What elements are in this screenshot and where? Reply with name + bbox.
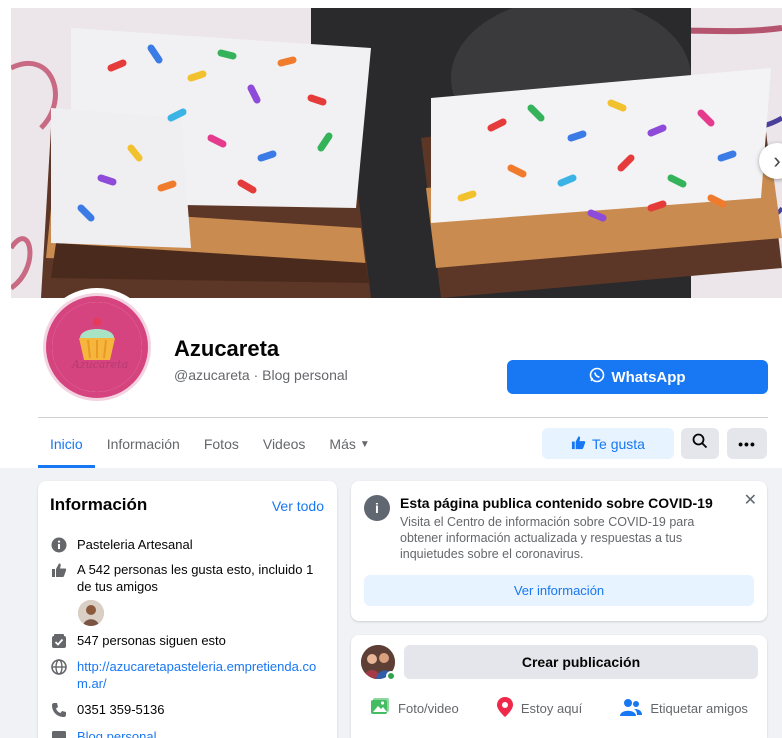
- info-icon: [50, 536, 68, 553]
- tag-friends-icon: [620, 698, 643, 719]
- cover-photo[interactable]: ›: [11, 8, 782, 298]
- close-icon[interactable]: ✕: [744, 490, 757, 510]
- logo-text: Azucareta: [71, 358, 129, 371]
- tab-informacion[interactable]: Información: [95, 420, 192, 468]
- info-likes: A 542 personas les gusta esto, incluido …: [77, 562, 314, 594]
- search-icon: [692, 433, 708, 454]
- cupcake-logo: Azucareta: [52, 302, 142, 392]
- like-label: Te gusta: [592, 435, 645, 452]
- cupcake-icon: [52, 302, 142, 392]
- more-options-button[interactable]: •••: [727, 428, 767, 459]
- info-title: Información: [50, 495, 148, 514]
- info-type-link[interactable]: Blog personal: [77, 728, 330, 738]
- see-all-link[interactable]: Ver todo: [272, 498, 324, 514]
- search-button[interactable]: [681, 428, 719, 459]
- page-subtitle: @azucareta · Blog personal: [174, 367, 348, 383]
- photo-icon: [370, 697, 390, 720]
- info-phone-row: 0351 359-5136: [50, 701, 330, 718]
- tab-label: Inicio: [50, 436, 83, 452]
- post-actions: Foto/video Estoy aquí Etiquetar amigos: [351, 693, 767, 723]
- covid-text: Visita el Centro de información sobre CO…: [400, 515, 695, 561]
- category-icon: [50, 728, 68, 738]
- whatsapp-label: WhatsApp: [611, 368, 686, 386]
- info-followers-row: 547 personas siguen esto: [50, 632, 330, 649]
- location-pin-icon: [496, 696, 513, 720]
- action-label: Foto/video: [398, 700, 459, 716]
- friend-avatar[interactable]: [78, 600, 104, 626]
- page-tabs: Inicio Información Fotos Videos Más ▼: [38, 420, 382, 468]
- info-icon: i: [364, 495, 390, 521]
- photo-video-button[interactable]: Foto/video: [370, 697, 459, 720]
- info-category-row: Pasteleria Artesanal: [50, 536, 330, 553]
- avatar: Azucareta: [43, 293, 151, 401]
- covid-notice-card: i Esta página publica contenido sobre CO…: [351, 481, 767, 621]
- covid-info-button[interactable]: Ver información: [364, 575, 754, 606]
- phone-icon: [50, 701, 68, 718]
- tab-mas[interactable]: Más ▼: [317, 420, 381, 468]
- tab-label: Información: [106, 436, 180, 452]
- tab-inicio[interactable]: Inicio: [38, 420, 95, 468]
- info-phone: 0351 359-5136: [77, 702, 165, 717]
- info-followers: 547 personas siguen esto: [77, 633, 226, 648]
- info-likes-row: A 542 personas les gusta esto, incluido …: [50, 561, 330, 595]
- info-type-row: Blog personal: [50, 728, 330, 738]
- cover-image: [11, 8, 782, 298]
- followers-icon: [50, 632, 68, 649]
- like-button[interactable]: Te gusta: [542, 428, 674, 459]
- online-status-dot: [386, 671, 396, 681]
- whatsapp-button[interactable]: WhatsApp: [507, 360, 768, 394]
- action-label: Estoy aquí: [520, 700, 583, 716]
- tab-fotos[interactable]: Fotos: [192, 420, 251, 468]
- profile-picture[interactable]: Azucareta: [38, 288, 156, 406]
- info-card: Información Ver todo Pasteleria Artesana…: [38, 481, 337, 738]
- create-post-card: Crear publicación Foto/video Estoy aquí …: [351, 635, 767, 738]
- tab-label: Más: [329, 436, 356, 452]
- globe-icon: [50, 658, 68, 692]
- covid-title: Esta página publica contenido sobre COVI…: [400, 495, 713, 511]
- tab-label: Videos: [262, 436, 306, 452]
- check-in-button[interactable]: Estoy aquí: [496, 696, 583, 720]
- website-link[interactable]: http://azucaretapasteleria.empretienda.c…: [77, 658, 330, 692]
- tab-label: Fotos: [203, 436, 239, 452]
- tag-friends-button[interactable]: Etiquetar amigos: [620, 698, 748, 719]
- action-label: Etiquetar amigos: [650, 700, 748, 716]
- info-category: Pasteleria Artesanal: [77, 537, 193, 552]
- info-website-row: http://azucaretapasteleria.empretienda.c…: [50, 658, 330, 692]
- whatsapp-icon: [589, 367, 605, 387]
- divider: [38, 417, 768, 418]
- thumbs-up-icon: [50, 561, 68, 595]
- thumbs-up-icon: [571, 435, 586, 453]
- create-post-button[interactable]: Crear publicación: [404, 645, 758, 679]
- tab-videos[interactable]: Videos: [251, 420, 318, 468]
- caret-down-icon: ▼: [359, 438, 370, 450]
- page-title: Azucareta: [174, 336, 280, 361]
